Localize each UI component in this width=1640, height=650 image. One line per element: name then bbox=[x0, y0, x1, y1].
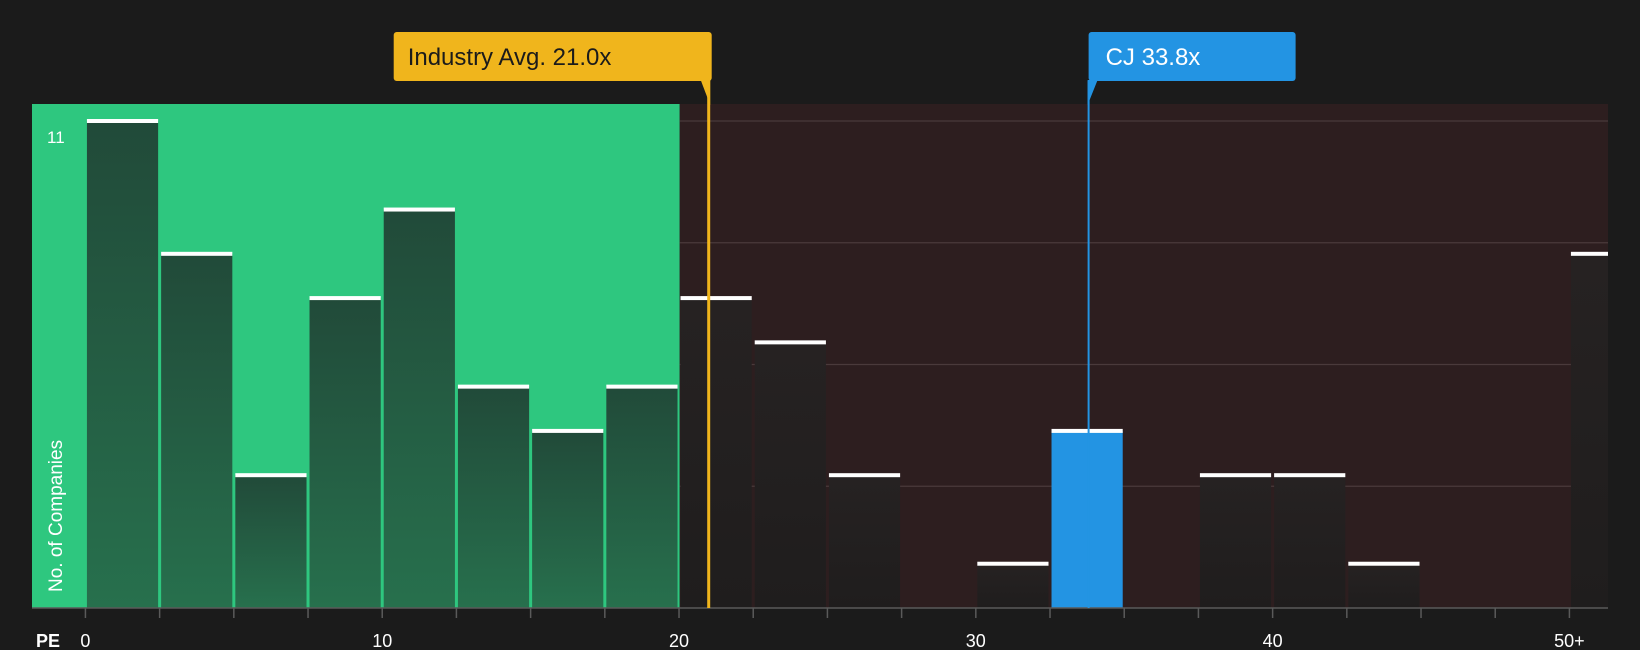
bar-top-cap bbox=[977, 561, 1049, 566]
histogram-bar bbox=[754, 342, 826, 608]
pe-distribution-chart: 0 10 20 30 40 50+ Industry Avg. 21.0x CJ 33.8x… bbox=[32, 32, 1608, 650]
histogram-bar bbox=[680, 298, 752, 608]
bar-top-cap bbox=[309, 296, 381, 301]
industry-marker-label: Industry Avg. 21.0x bbox=[408, 44, 612, 71]
histogram-bar bbox=[86, 121, 159, 608]
y-axis-top-label: 11 bbox=[47, 128, 65, 147]
bar-top-cap bbox=[532, 428, 604, 433]
histogram-bar bbox=[977, 563, 1049, 608]
x-tick-label: 50+ bbox=[1554, 631, 1585, 650]
bar-top-cap bbox=[754, 340, 826, 345]
bar-top-cap bbox=[1274, 473, 1346, 478]
histogram-bar bbox=[161, 253, 233, 608]
y-axis-title: No. of Companies bbox=[46, 440, 67, 592]
bar-top-cap bbox=[1348, 561, 1420, 566]
histogram-bar bbox=[309, 298, 381, 608]
x-axis-title: PE bbox=[36, 631, 60, 650]
x-tick-label: 20 bbox=[669, 631, 689, 650]
x-tick-label: 0 bbox=[80, 631, 90, 650]
histogram-bar bbox=[235, 475, 307, 608]
histogram-bar bbox=[606, 386, 678, 608]
x-tick-label: 40 bbox=[1263, 631, 1283, 650]
bar-top-cap bbox=[828, 473, 901, 478]
bar-top-cap bbox=[1199, 473, 1272, 478]
bar-top-cap bbox=[680, 296, 752, 301]
industry-marker-pointer bbox=[700, 80, 711, 105]
histogram-bar bbox=[1570, 253, 1608, 608]
bar-top-cap bbox=[86, 119, 159, 123]
bar-top-cap bbox=[457, 384, 530, 389]
histogram-bar bbox=[1348, 563, 1420, 608]
highlighted-bar bbox=[1051, 430, 1123, 608]
histogram-bar bbox=[1274, 475, 1346, 608]
company-marker-label: CJ 33.8x bbox=[1106, 44, 1201, 71]
bar-top-cap bbox=[161, 251, 233, 256]
bar-top-cap bbox=[1051, 428, 1123, 433]
company-marker-pointer bbox=[1087, 80, 1098, 105]
x-tick-label: 10 bbox=[372, 631, 392, 650]
bar-top-cap bbox=[383, 207, 455, 212]
histogram-bar bbox=[383, 209, 455, 608]
histogram-bar bbox=[532, 430, 604, 608]
bar-top-cap bbox=[606, 384, 678, 389]
histogram-bar bbox=[828, 475, 901, 608]
x-tick-label: 30 bbox=[966, 631, 986, 650]
histogram-bar bbox=[1199, 475, 1272, 608]
bar-top-cap bbox=[235, 473, 307, 478]
histogram-bar bbox=[457, 386, 530, 608]
bar-top-cap bbox=[1570, 251, 1608, 256]
